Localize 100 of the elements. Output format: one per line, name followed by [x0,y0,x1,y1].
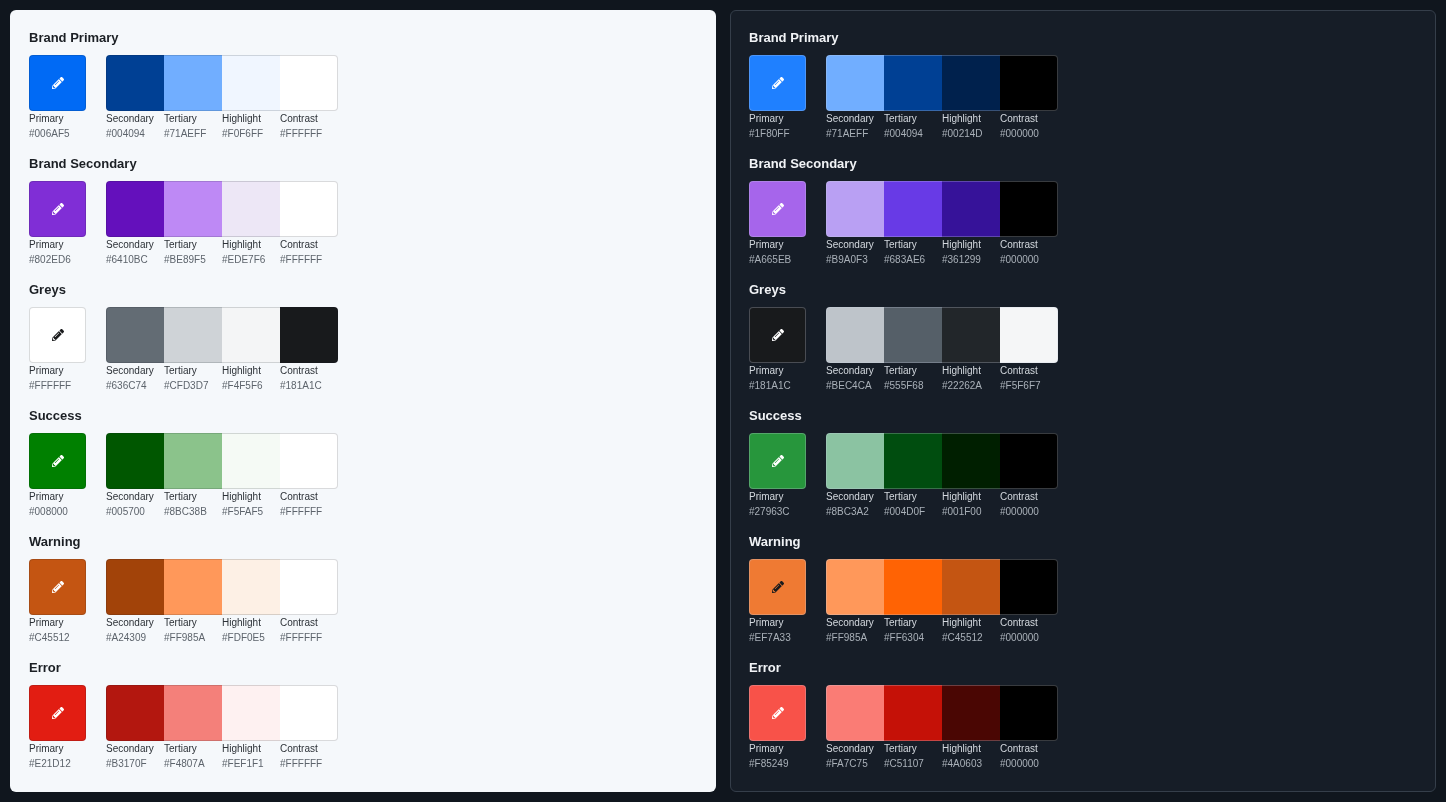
hex-code: #000000 [1000,632,1039,644]
hex-code: #F85249 [749,758,789,770]
hex-code: #FF985A [164,632,206,644]
swatch-label: Contrast [1000,113,1038,125]
hex-code: #FF985A [826,632,868,644]
hex-code: #A24309 [106,632,147,644]
swatch-label: Primary [29,113,64,125]
swatch-label: Tertiary [164,239,197,251]
swatch-label: Highlight [222,113,261,125]
swatch-label: Secondary [826,239,874,251]
hex-code: #181A1C [749,380,791,392]
swatch-label: Secondary [826,491,874,503]
hex-code: #22262A [942,380,983,392]
hex-code: #4A0603 [942,758,983,770]
edit-swatch-button[interactable] [749,307,806,363]
hex-code: #EDE7F6 [222,254,266,266]
swatch-label: Contrast [280,239,318,251]
hex-code: #C45512 [942,632,983,644]
palette-title: Greys [29,282,66,298]
palette-title: Success [749,408,802,424]
swatch-label: Highlight [942,365,981,377]
edit-swatch-button[interactable] [749,685,806,741]
swatch-label: Contrast [1000,239,1038,251]
hex-code: #001F00 [942,506,982,518]
hex-code: #FA7C75 [826,758,868,770]
swatch-label: Secondary [826,743,874,755]
hex-code: #181A1C [280,380,322,392]
swatch-label: Contrast [1000,491,1038,503]
swatch-label: Primary [749,491,784,503]
edit-swatch-button[interactable] [749,433,806,489]
hex-code: #1F80FF [749,128,790,140]
swatch-label: Tertiary [884,365,917,377]
hex-code: #FFFFFF [280,506,323,518]
hex-code: #FEF1F1 [222,758,264,770]
hex-code: #EF7A33 [749,632,791,644]
hex-code: #71AEFF [164,128,207,140]
swatch-label: Highlight [222,491,261,503]
swatch-label: Secondary [106,113,154,125]
swatch-label: Primary [749,617,784,629]
hex-code: #C51107 [884,758,924,770]
hex-code: #000000 [1000,506,1039,518]
swatch-label: Highlight [222,239,261,251]
edit-swatch-button[interactable] [749,559,806,615]
hex-code: #802ED6 [29,254,71,266]
swatch-label: Contrast [280,743,318,755]
palette-title: Warning [749,534,801,550]
hex-code: #006AF5 [29,128,70,140]
swatch-label: Tertiary [884,491,917,503]
hex-code: #8BC3A2 [826,506,869,518]
palette-title: Brand Secondary [29,156,137,172]
swatch-label: Tertiary [884,239,917,251]
swatch-label: Contrast [1000,365,1038,377]
edit-swatch-button[interactable] [749,181,806,237]
hex-code: #F5FAF5 [222,506,264,518]
swatch-label: Secondary [106,617,154,629]
hex-code: #FDF0E5 [222,632,265,644]
palette-title: Error [749,660,781,676]
hex-code: #FFFFFF [280,758,323,770]
hex-code: #C45512 [29,632,70,644]
edit-swatch-button[interactable] [29,307,86,363]
hex-code: #FFFFFF [29,380,72,392]
swatch-label: Primary [749,239,784,251]
edit-swatch-button[interactable] [29,55,86,111]
hex-code: #004D0F [884,506,926,518]
palette-title: Brand Secondary [749,156,857,172]
hex-code: #FFFFFF [280,128,323,140]
swatch-label: Primary [749,365,784,377]
hex-code: #636C74 [106,380,147,392]
swatch-label: Contrast [1000,617,1038,629]
hex-code: #BE89F5 [164,254,206,266]
swatch-label: Highlight [942,617,981,629]
swatch-label: Tertiary [164,617,197,629]
edit-swatch-button[interactable] [29,433,86,489]
swatch-label: Tertiary [164,491,197,503]
swatch-label: Tertiary [884,617,917,629]
swatch-label: Primary [29,617,64,629]
edit-swatch-button[interactable] [749,55,806,111]
swatch-label: Highlight [222,365,261,377]
swatch-label: Highlight [942,113,981,125]
swatch-label: Highlight [942,491,981,503]
swatch-label: Contrast [280,113,318,125]
hex-code: #F5F6F7 [1000,380,1041,392]
swatch-label: Secondary [826,617,874,629]
swatch-label: Contrast [280,617,318,629]
swatch-label: Primary [29,239,64,251]
hex-code: #004094 [884,128,923,140]
hex-code: #F4807A [164,758,205,770]
hex-code: #CFD3D7 [164,380,209,392]
swatch-label: Contrast [280,365,318,377]
hex-code: #005700 [106,506,145,518]
hex-code: #FFFFFF [280,632,323,644]
edit-swatch-button[interactable] [29,181,86,237]
hex-code: #B3170F [106,758,147,770]
swatch-label: Secondary [106,491,154,503]
hex-code: #555F68 [884,380,924,392]
palette-title: Brand Primary [29,30,119,46]
edit-swatch-button[interactable] [29,685,86,741]
edit-swatch-button[interactable] [29,559,86,615]
hex-code: #BEC4CA [826,380,872,392]
hex-code: #B9A0F3 [826,254,868,266]
